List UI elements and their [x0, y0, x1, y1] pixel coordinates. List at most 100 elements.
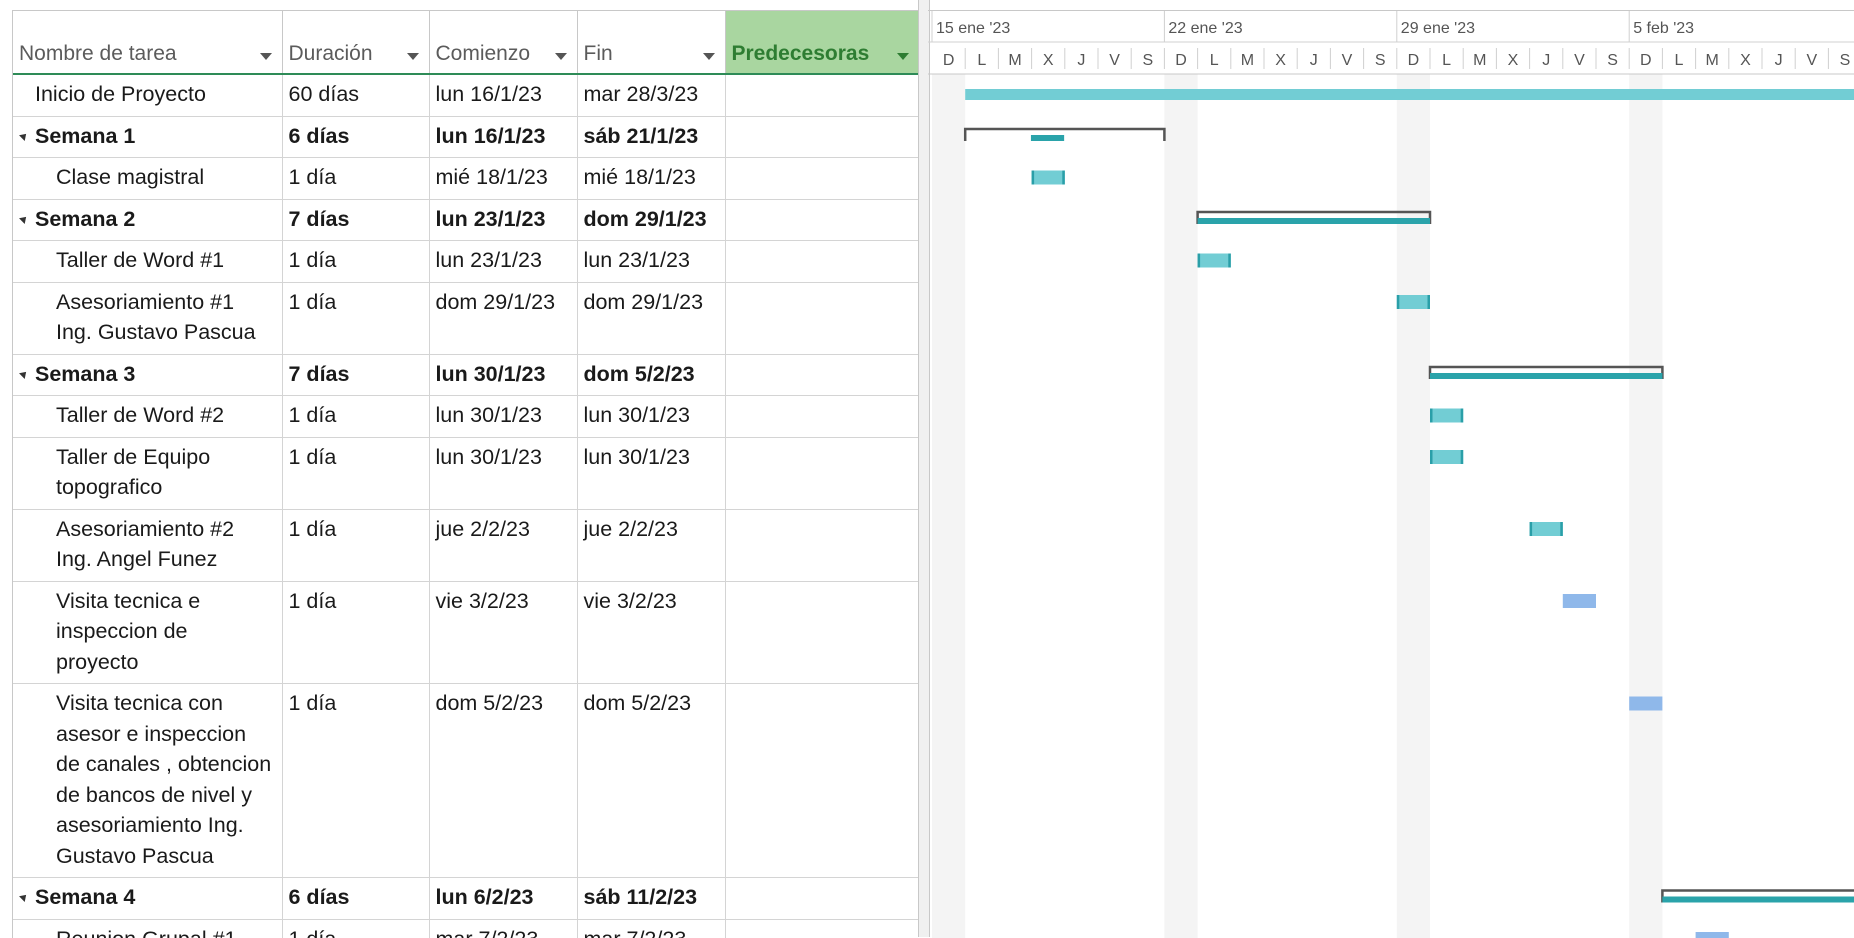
dropdown-arrow-icon[interactable] — [260, 53, 272, 60]
task-row[interactable]: Reunion Grupal #11 díamar 7/2/23mar 7/2/… — [13, 919, 919, 938]
dropdown-arrow-icon[interactable] — [407, 53, 419, 60]
cell-name[interactable]: Taller de Word #2 — [13, 396, 282, 438]
task-row[interactable]: Visita tecnica e inspeccion de proyecto1… — [13, 581, 919, 684]
cell-predecessors[interactable] — [725, 354, 919, 396]
cell-finish[interactable]: dom 5/2/23 — [577, 354, 725, 396]
cell-duration[interactable]: 1 día — [282, 919, 429, 938]
cell-finish[interactable]: mar 7/2/23 — [577, 919, 725, 938]
cell-predecessors[interactable] — [725, 878, 919, 920]
cell-duration[interactable]: 7 días — [282, 354, 429, 396]
summary-bracket[interactable] — [965, 129, 1164, 141]
column-header-task-name[interactable]: Nombre de tarea — [13, 11, 282, 74]
summary-fill-bar[interactable] — [1662, 897, 1854, 903]
cell-name[interactable]: Inicio de Proyecto — [13, 74, 282, 116]
cell-duration[interactable]: 1 día — [282, 282, 429, 354]
task-bar[interactable] — [1530, 522, 1563, 536]
task-row[interactable]: Taller de Word #11 díalun 23/1/23lun 23/… — [13, 241, 919, 283]
manual-task-bar[interactable] — [1629, 697, 1662, 711]
column-header-duration[interactable]: Duración — [282, 11, 429, 74]
cell-duration[interactable]: 1 día — [282, 509, 429, 581]
collapse-triangle-icon[interactable] — [19, 131, 29, 141]
cell-finish[interactable]: mié 18/1/23 — [577, 158, 725, 200]
summary-progress-bar[interactable] — [1031, 135, 1064, 141]
cell-predecessors[interactable] — [725, 509, 919, 581]
cell-predecessors[interactable] — [725, 437, 919, 509]
cell-name[interactable]: Visita tecnica con asesor e inspeccion d… — [13, 684, 282, 878]
cell-duration[interactable]: 1 día — [282, 684, 429, 878]
summary-fill-bar[interactable] — [1198, 218, 1430, 224]
cell-finish[interactable]: vie 3/2/23 — [577, 581, 725, 684]
cell-name[interactable]: Semana 1 — [13, 116, 282, 158]
cell-start[interactable]: mié 18/1/23 — [429, 158, 577, 200]
cell-predecessors[interactable] — [725, 684, 919, 878]
cell-duration[interactable]: 7 días — [282, 199, 429, 241]
cell-finish[interactable]: sáb 11/2/23 — [577, 878, 725, 920]
manual-task-bar[interactable] — [1563, 594, 1596, 608]
cell-start[interactable]: lun 6/2/23 — [429, 878, 577, 920]
cell-predecessors[interactable] — [725, 116, 919, 158]
column-header-start[interactable]: Comienzo — [429, 11, 577, 74]
cell-duration[interactable]: 6 días — [282, 878, 429, 920]
task-bar[interactable] — [1397, 295, 1430, 309]
cell-name[interactable]: Asesoriamiento #1 Ing. Gustavo Pascua — [13, 282, 282, 354]
cell-duration[interactable]: 1 día — [282, 396, 429, 438]
cell-start[interactable]: dom 5/2/23 — [429, 684, 577, 878]
cell-duration[interactable]: 1 día — [282, 158, 429, 200]
cell-name[interactable]: Asesoriamiento #2 Ing. Angel Funez — [13, 509, 282, 581]
task-row[interactable]: Asesoriamiento #1 Ing. Gustavo Pascua1 d… — [13, 282, 919, 354]
cell-finish[interactable]: dom 5/2/23 — [577, 684, 725, 878]
cell-duration[interactable]: 60 días — [282, 74, 429, 116]
dropdown-arrow-icon[interactable] — [897, 53, 909, 60]
dropdown-arrow-icon[interactable] — [555, 53, 567, 60]
dropdown-arrow-icon[interactable] — [703, 53, 715, 60]
cell-predecessors[interactable] — [725, 241, 919, 283]
cell-finish[interactable]: jue 2/2/23 — [577, 509, 725, 581]
cell-start[interactable]: lun 30/1/23 — [429, 396, 577, 438]
cell-name[interactable]: Semana 2 — [13, 199, 282, 241]
cell-predecessors[interactable] — [725, 282, 919, 354]
task-row[interactable]: Asesoriamiento #2 Ing. Angel Funez1 díaj… — [13, 509, 919, 581]
cell-predecessors[interactable] — [725, 396, 919, 438]
cell-start[interactable]: lun 30/1/23 — [429, 437, 577, 509]
cell-start[interactable]: lun 23/1/23 — [429, 199, 577, 241]
cell-name[interactable]: Taller de Equipo topografico — [13, 437, 282, 509]
cell-duration[interactable]: 1 día — [282, 437, 429, 509]
task-bar[interactable] — [1430, 450, 1463, 464]
cell-finish[interactable]: lun 30/1/23 — [577, 396, 725, 438]
project-summary-bar[interactable] — [965, 89, 1854, 100]
cell-start[interactable]: lun 16/1/23 — [429, 74, 577, 116]
column-header-predecessors[interactable]: Predecesoras — [725, 11, 919, 74]
task-bar[interactable] — [1198, 254, 1231, 268]
cell-duration[interactable]: 6 días — [282, 116, 429, 158]
summary-task-row[interactable]: Semana 46 díaslun 6/2/23sáb 11/2/23 — [13, 878, 919, 920]
cell-name[interactable]: Visita tecnica e inspeccion de proyecto — [13, 581, 282, 684]
cell-predecessors[interactable] — [725, 74, 919, 116]
cell-start[interactable]: lun 30/1/23 — [429, 354, 577, 396]
cell-name[interactable]: Reunion Grupal #1 — [13, 919, 282, 938]
task-row[interactable]: Clase magistral1 díamié 18/1/23mié 18/1/… — [13, 158, 919, 200]
column-header-finish[interactable]: Fin — [577, 11, 725, 74]
cell-finish[interactable]: sáb 21/1/23 — [577, 116, 725, 158]
cell-duration[interactable]: 1 día — [282, 241, 429, 283]
collapse-triangle-icon[interactable] — [19, 214, 29, 224]
cell-start[interactable]: lun 16/1/23 — [429, 116, 577, 158]
cell-name[interactable]: Semana 3 — [13, 354, 282, 396]
cell-finish[interactable]: mar 28/3/23 — [577, 74, 725, 116]
task-row[interactable]: Inicio de Proyecto60 díaslun 16/1/23mar … — [13, 74, 919, 116]
cell-finish[interactable]: dom 29/1/23 — [577, 199, 725, 241]
cell-start[interactable]: lun 23/1/23 — [429, 241, 577, 283]
task-row[interactable]: Visita tecnica con asesor e inspeccion d… — [13, 684, 919, 878]
cell-start[interactable]: jue 2/2/23 — [429, 509, 577, 581]
summary-task-row[interactable]: Semana 16 díaslun 16/1/23sáb 21/1/23 — [13, 116, 919, 158]
cell-start[interactable]: mar 7/2/23 — [429, 919, 577, 938]
cell-finish[interactable]: lun 30/1/23 — [577, 437, 725, 509]
cell-finish[interactable]: dom 29/1/23 — [577, 282, 725, 354]
cell-predecessors[interactable] — [725, 158, 919, 200]
collapse-triangle-icon[interactable] — [19, 369, 29, 379]
summary-task-row[interactable]: Semana 37 díaslun 30/1/23dom 5/2/23 — [13, 354, 919, 396]
cell-finish[interactable]: lun 23/1/23 — [577, 241, 725, 283]
task-row[interactable]: Taller de Equipo topografico1 díalun 30/… — [13, 437, 919, 509]
task-row[interactable]: Taller de Word #21 díalun 30/1/23lun 30/… — [13, 396, 919, 438]
cell-start[interactable]: dom 29/1/23 — [429, 282, 577, 354]
cell-predecessors[interactable] — [725, 919, 919, 938]
